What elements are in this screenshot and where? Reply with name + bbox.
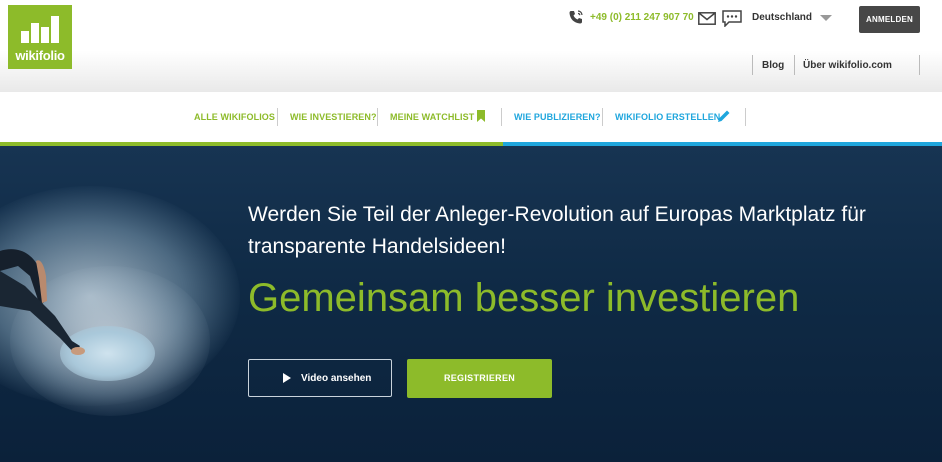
nav-divider xyxy=(602,108,603,126)
header-divider xyxy=(794,55,795,75)
main-nav: ALLE WIKIFOLIOS WIE INVESTIEREN? MEINE W… xyxy=(0,92,942,142)
about-link[interactable]: Über wikifolio.com xyxy=(803,60,892,71)
video-button-label: Video ansehen xyxy=(301,373,372,384)
header-divider xyxy=(752,55,753,75)
nav-divider xyxy=(277,108,278,126)
nav-divider xyxy=(745,108,746,126)
pencil-icon xyxy=(718,110,730,122)
nav-alle-wikifolios[interactable]: ALLE WIKIFOLIOS xyxy=(194,112,275,122)
mail-icon[interactable] xyxy=(698,12,716,25)
video-button[interactable]: Video ansehen xyxy=(248,359,392,397)
logo-bars-icon xyxy=(21,16,59,43)
register-button[interactable]: REGISTRIEREN xyxy=(407,359,552,398)
header-divider xyxy=(919,55,920,75)
blog-link[interactable]: Blog xyxy=(762,60,784,71)
nav-divider xyxy=(501,108,502,126)
nav-wie-investieren[interactable]: WIE INVESTIEREN? xyxy=(290,112,377,122)
nav-meine-watchlist[interactable]: MEINE WATCHLIST xyxy=(390,112,474,122)
bookmark-icon xyxy=(477,110,485,122)
surfer-figure xyxy=(0,249,85,355)
logo-text: wikifolio xyxy=(15,48,65,63)
country-selector[interactable]: Deutschland xyxy=(752,12,812,23)
login-button[interactable]: ANMELDEN xyxy=(859,6,920,33)
nav-divider xyxy=(377,108,378,126)
hero-headline: Werden Sie Teil der Anleger-Revolution a… xyxy=(248,203,866,258)
chat-icon[interactable] xyxy=(722,10,742,27)
hero-tagline: Gemeinsam besser investieren xyxy=(248,276,800,320)
nav-wie-publizieren[interactable]: WIE PUBLIZIEREN? xyxy=(514,112,601,122)
phone-number[interactable]: +49 (0) 211 247 907 70 xyxy=(590,12,694,23)
phone-icon xyxy=(569,10,583,24)
nav-wikifolio-erstellen[interactable]: WIKIFOLIO ERSTELLEN xyxy=(615,112,720,122)
wikifolio-logo[interactable]: wikifolio xyxy=(8,5,72,69)
chevron-down-icon[interactable] xyxy=(820,15,832,21)
play-icon xyxy=(283,373,291,383)
